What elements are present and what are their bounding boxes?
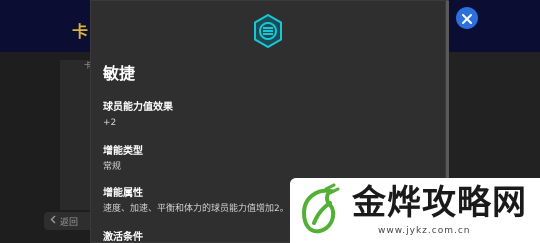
chevron-left-icon <box>50 215 56 227</box>
chemistry-style-hexagon-icon <box>253 13 283 49</box>
section-label: 球员能力值效果 <box>103 102 173 113</box>
watermark: 金烨攻略网 www.jykz.com.cn <box>290 178 540 243</box>
watermark-url: www.jykz.com.cn <box>378 226 471 236</box>
background-title: 卡 <box>72 22 89 41</box>
section-label: 增能属性 <box>103 188 143 199</box>
section-activation-condition: 激活条件 <box>103 231 143 243</box>
modal-scrollbar[interactable] <box>446 0 449 180</box>
section-boost-type: 增能类型 常规 <box>103 145 143 173</box>
section-boost-attribute: 增能属性 速度、加速、平衡和体力的球员能力值增加2。 <box>103 187 289 215</box>
skill-name: 敏捷 <box>103 64 136 83</box>
watermark-title: 金烨攻略网 <box>352 183 527 223</box>
section-value: 常规 <box>103 162 122 172</box>
section-label: 激活条件 <box>103 232 143 243</box>
screen: 卡 卡 返回 敏捷 球员能力值效果 +2 增能类型 常规 增能属性 速度、加速、… <box>0 0 540 243</box>
close-button[interactable] <box>456 7 478 29</box>
close-icon <box>462 9 472 28</box>
section-value: 速度、加速、平衡和体力的球员能力值增加2。 <box>103 204 289 214</box>
back-label: 返回 <box>60 217 79 228</box>
section-value: +2 <box>103 118 117 128</box>
section-ability-effect: 球员能力值效果 +2 <box>103 101 173 129</box>
background-card <box>60 60 94 210</box>
watermark-logo-icon <box>296 183 346 237</box>
section-label: 增能类型 <box>103 146 143 157</box>
